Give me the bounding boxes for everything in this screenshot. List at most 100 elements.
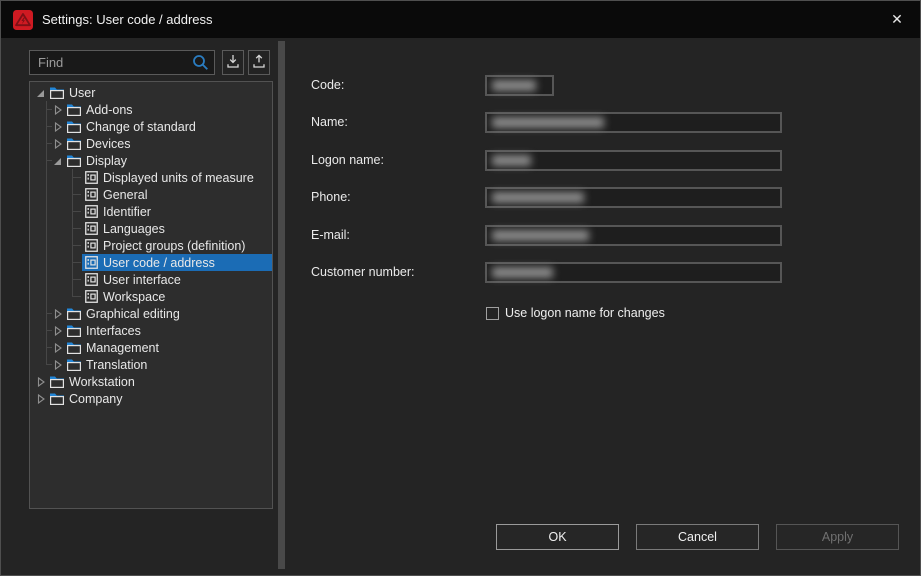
tree-item-content[interactable]: General [82,186,272,203]
settings-page-icon [82,222,100,235]
tree-item-label: User [69,86,95,100]
search-input[interactable] [29,50,215,75]
tree-item-general[interactable]: General [30,186,272,203]
field-label-logon-name: Logon name: [311,153,384,167]
expander-collapsed-icon[interactable] [51,322,65,339]
tree-item-graphical-editing[interactable]: Graphical editing [30,305,272,322]
expander-expanded-icon[interactable] [34,84,48,101]
expander-spacer [68,186,82,203]
use-logon-name-checkbox[interactable] [486,307,499,320]
field-input-logon-name[interactable] [485,150,782,171]
tree-item-content[interactable]: User [48,84,272,101]
redacted-value [492,267,553,278]
expander-collapsed-icon[interactable] [51,356,65,373]
tree-item-label: Workspace [103,290,165,304]
settings-tree: UserAdd-onsChange of standardDevices Disp… [29,81,273,509]
tree-item-label: Displayed units of measure [103,171,254,185]
field-label-e-mail: E-mail: [311,228,350,242]
expander-spacer [68,271,82,288]
tree-item-displayed-units-of-measure[interactable]: Displayed units of measure [30,169,272,186]
tree-item-content[interactable]: Identifier [82,203,272,220]
tree-item-label: User interface [103,273,181,287]
expander-spacer [68,288,82,305]
import-settings-button[interactable] [222,50,244,75]
tree-item-content[interactable]: Languages [82,220,272,237]
expander-collapsed-icon[interactable] [51,118,65,135]
tree-item-translation[interactable]: Translation [30,356,272,373]
cancel-button[interactable]: Cancel [636,524,759,550]
tree-item-company[interactable]: Company [30,390,272,407]
tree-item-devices[interactable]: Devices [30,135,272,152]
tree-item-content[interactable]: User interface [82,271,272,288]
tree-item-label: User code / address [103,256,215,270]
field-input-name[interactable] [485,112,782,133]
tree-item-content[interactable]: Management [65,339,272,356]
field-input-e-mail[interactable] [485,225,782,246]
field-label-phone: Phone: [311,190,351,204]
settings-page-icon [82,239,100,252]
settings-page-icon [82,273,100,286]
tree-item-content[interactable]: Devices [65,135,272,152]
field-label-code: Code: [311,78,344,92]
settings-page-icon [82,290,100,303]
tree-item-add-ons[interactable]: Add-ons [30,101,272,118]
export-settings-button[interactable] [248,50,270,75]
expander-collapsed-icon[interactable] [51,135,65,152]
folder-icon [65,324,83,338]
download-icon [226,54,240,71]
ok-button[interactable]: OK [496,524,619,550]
tree-item-content[interactable]: Add-ons [65,101,272,118]
panel-splitter[interactable] [278,41,285,569]
tree-selection[interactable]: User code / address [82,254,272,271]
expander-collapsed-icon[interactable] [34,390,48,407]
app-logo-icon [13,10,33,30]
expander-collapsed-icon[interactable] [51,339,65,356]
tree-item-user-code-address[interactable]: User code / address [30,254,272,271]
folder-icon [65,341,83,355]
close-icon[interactable]: ✕ [880,1,914,38]
tree-item-change-of-standard[interactable]: Change of standard [30,118,272,135]
tree-item-identifier[interactable]: Identifier [30,203,272,220]
tree-item-content[interactable]: Translation [65,356,272,373]
field-label-customer-number: Customer number: [311,265,415,279]
expander-collapsed-icon[interactable] [51,305,65,322]
tree-item-user[interactable]: User [30,84,272,101]
folder-icon [65,154,83,168]
tree-item-languages[interactable]: Languages [30,220,272,237]
tree-item-user-interface[interactable]: User interface [30,271,272,288]
folder-icon [65,307,83,321]
tree-item-content[interactable]: Displayed units of measure [82,169,272,186]
tree-item-content[interactable]: Workstation [48,373,272,390]
expander-collapsed-icon[interactable] [34,373,48,390]
expander-spacer [68,220,82,237]
expander-expanded-icon[interactable] [51,152,65,169]
redacted-value [492,117,604,128]
tree-item-interfaces[interactable]: Interfaces [30,322,272,339]
folder-icon [65,103,83,117]
tree-item-content[interactable]: Workspace [82,288,272,305]
tree-item-content[interactable]: Graphical editing [65,305,272,322]
folder-icon [48,392,66,406]
field-input-phone[interactable] [485,187,782,208]
field-input-code[interactable] [485,75,554,96]
redacted-value [492,80,536,91]
tree-item-management[interactable]: Management [30,339,272,356]
tree-item-label: Project groups (definition) [103,239,245,253]
folder-icon [65,120,83,134]
tree-item-content[interactable]: Change of standard [65,118,272,135]
upload-icon [252,54,266,71]
field-input-customer-number[interactable] [485,262,782,283]
tree-item-label: Translation [86,358,147,372]
tree-item-display[interactable]: Display [30,152,272,169]
tree-item-project-groups-definition[interactable]: Project groups (definition) [30,237,272,254]
expander-spacer [68,254,82,271]
tree-item-workspace[interactable]: Workspace [30,288,272,305]
tree-item-content[interactable]: Interfaces [65,322,272,339]
tree-item-label: Workstation [69,375,135,389]
tree-item-content[interactable]: Company [48,390,272,407]
tree-item-content[interactable]: Project groups (definition) [82,237,272,254]
tree-item-workstation[interactable]: Workstation [30,373,272,390]
tree-item-content[interactable]: Display [65,152,272,169]
expander-collapsed-icon[interactable] [51,101,65,118]
tree-item-label: Display [86,154,127,168]
